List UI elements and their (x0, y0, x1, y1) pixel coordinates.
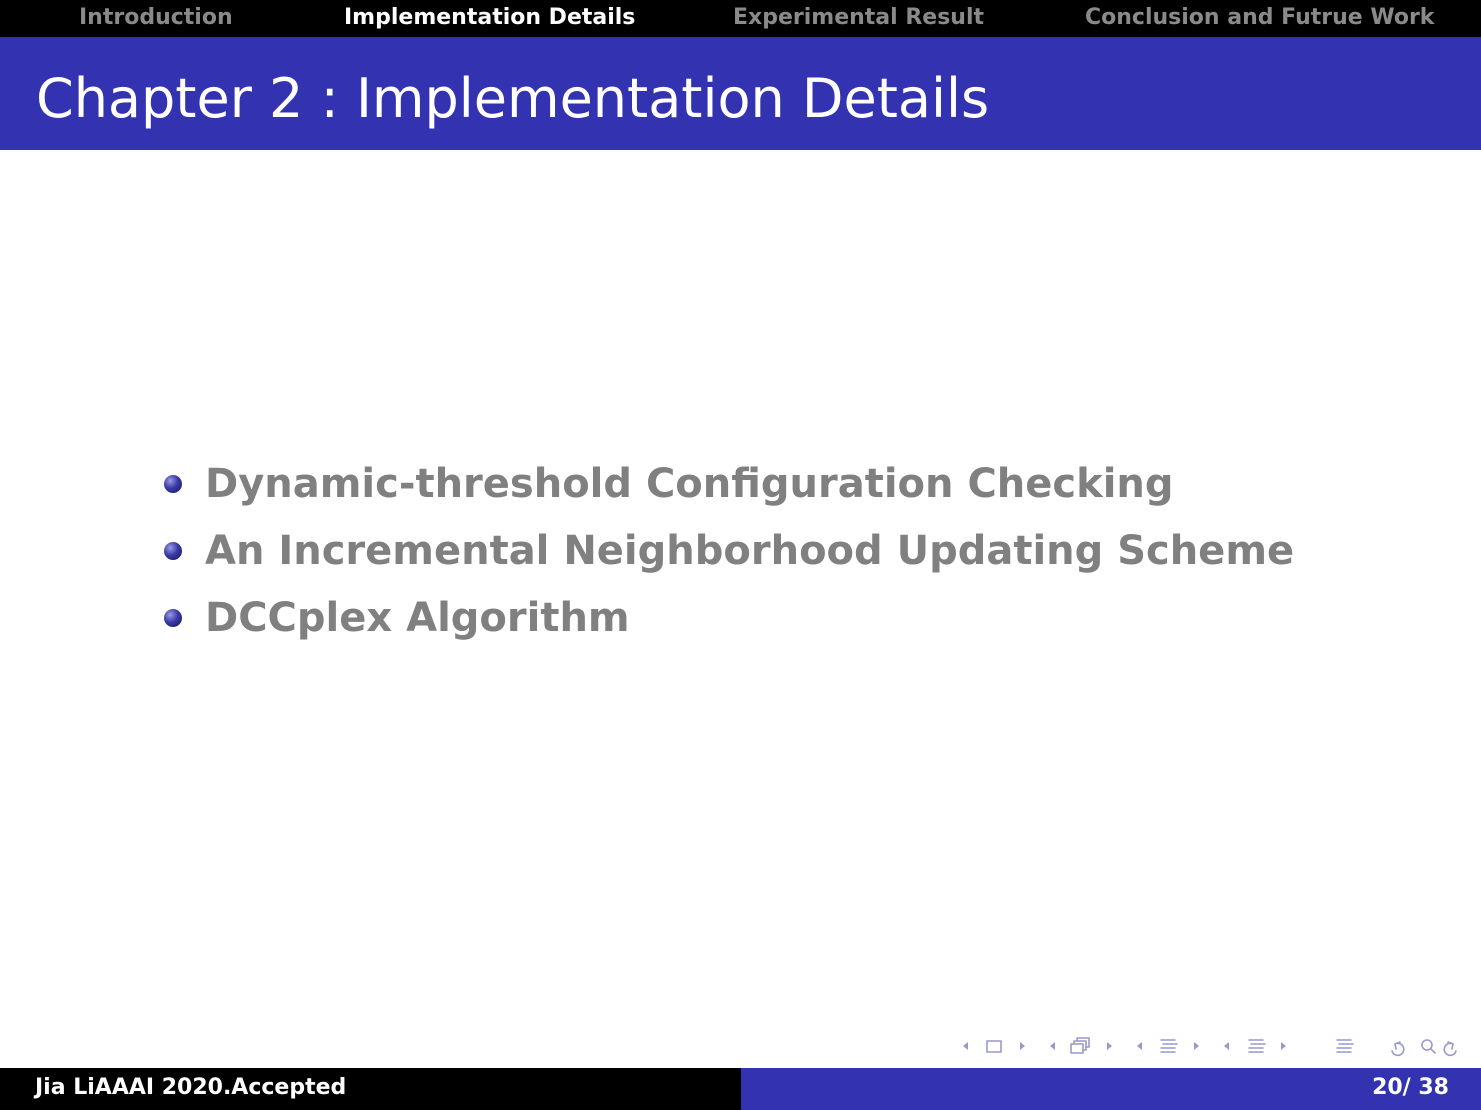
section-navigation-bar: Introduction Implementation Details Expe… (0, 0, 1481, 37)
subsection-nav-icon[interactable] (1050, 1037, 1112, 1054)
footer-page-bar: 20/ 38 (741, 1068, 1481, 1110)
frame-title: Chapter 2 : Implementation Details (36, 67, 990, 130)
footer-author: Jia LiAAAI 2020.Accepted (35, 1075, 347, 1100)
bullet-icon (164, 475, 182, 493)
nav-section-experimental-result[interactable]: Experimental Result (733, 0, 984, 37)
bullet-icon (164, 609, 182, 627)
frame-nav-icon[interactable] (963, 1040, 1025, 1053)
nav-section-introduction[interactable]: Introduction (79, 0, 233, 37)
back-icon[interactable] (1391, 1041, 1405, 1057)
section-nav-icon[interactable] (1137, 1039, 1199, 1053)
forward-icon[interactable] (1443, 1041, 1457, 1057)
nav-section-conclusion[interactable]: Conclusion and Futrue Work (1085, 0, 1434, 37)
list-item-text: An Incremental Neighborhood Updating Sch… (205, 528, 1295, 574)
list-item-text: Dynamic-threshold Configuration Checking (205, 461, 1174, 507)
bullet-icon (164, 542, 182, 560)
align-icon[interactable] (1336, 1039, 1354, 1053)
navigation-symbols (958, 1034, 1478, 1058)
appendix-nav-icon[interactable] (1224, 1039, 1286, 1053)
page-number: 20/ 38 (1372, 1075, 1449, 1100)
frame-title-bar: Chapter 2 : Implementation Details (0, 37, 1481, 150)
nav-section-implementation-details[interactable]: Implementation Details (344, 0, 635, 37)
footer-author-bar: Jia LiAAAI 2020.Accepted (0, 1068, 741, 1110)
search-icon[interactable] (1421, 1039, 1436, 1054)
list-item-text: DCCplex Algorithm (205, 595, 630, 641)
